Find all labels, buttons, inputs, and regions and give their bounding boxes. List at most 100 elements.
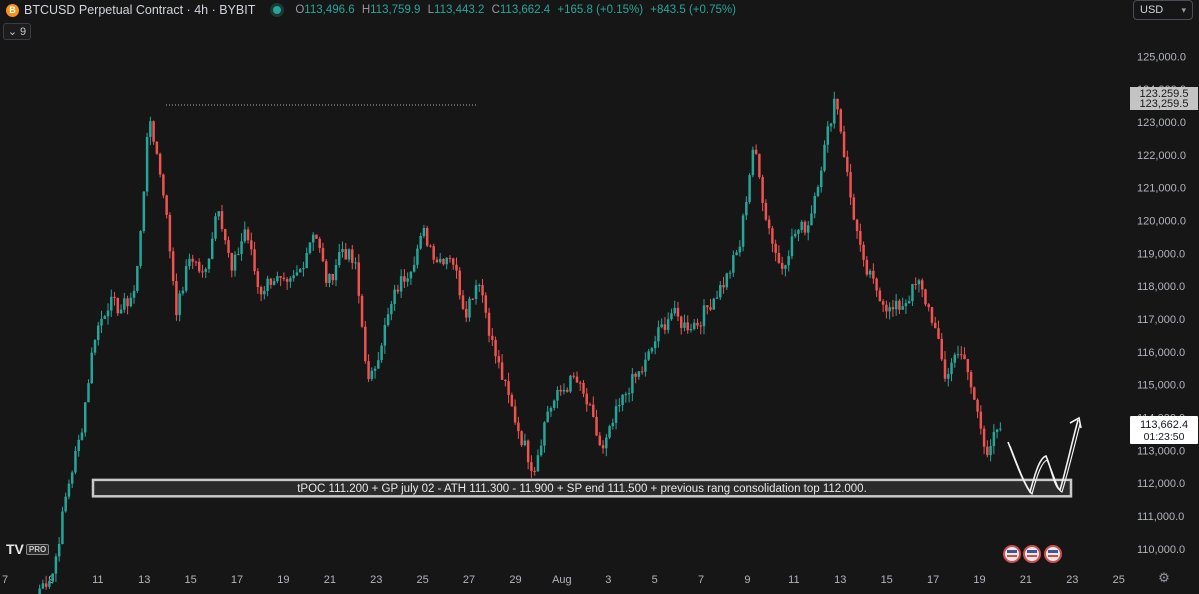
candle-body: [233, 254, 237, 271]
candle-body: [588, 404, 592, 406]
candle-body: [386, 314, 390, 325]
candle-body: [582, 382, 585, 394]
candle-body: [214, 216, 217, 239]
candle-body: [839, 109, 843, 132]
candle-body: [937, 328, 940, 339]
candle-body: [448, 257, 452, 259]
candle-body: [585, 393, 589, 405]
candle-body: [627, 393, 631, 395]
candle-body: [679, 316, 683, 328]
candle-body: [331, 273, 334, 281]
candle-body: [97, 325, 100, 340]
candle-body: [276, 276, 279, 282]
candle-body: [175, 281, 178, 316]
candle-body: [663, 324, 667, 330]
candle-body: [927, 304, 930, 308]
candle-body: [660, 324, 663, 328]
y-tick-label: 117,000.0: [1137, 314, 1185, 326]
candle-body: [995, 429, 999, 432]
candle-body: [657, 327, 660, 342]
candle-body: [621, 394, 624, 405]
candle-body: [237, 254, 240, 256]
candle-body: [497, 356, 501, 363]
candle-body: [549, 407, 553, 412]
candle-body: [422, 227, 426, 236]
candle-body: [168, 214, 172, 252]
candle-body: [504, 379, 507, 382]
pro-badge: PRO: [25, 543, 50, 555]
candle-body: [833, 98, 836, 124]
candle-body: [715, 297, 719, 299]
gear-icon[interactable]: ⚙: [1157, 571, 1171, 585]
candle-body: [334, 265, 338, 281]
candle-body: [188, 258, 191, 267]
candle-body: [110, 296, 113, 311]
candle-body: [813, 195, 816, 214]
candle-body: [429, 245, 432, 247]
candle-body: [230, 252, 234, 271]
candle-body: [302, 268, 305, 270]
candle-body: [956, 354, 960, 356]
candle-body: [461, 295, 465, 309]
candle-body: [601, 445, 605, 449]
us-flag-event-icon: [1027, 555, 1037, 557]
candle-body: [885, 304, 888, 312]
x-tick-label: 25: [417, 574, 429, 586]
candle-body: [44, 583, 48, 587]
candle-body: [875, 278, 878, 291]
candle-body: [471, 298, 475, 300]
candle-body: [725, 273, 729, 288]
candle-body: [943, 359, 947, 379]
candle-body: [745, 201, 748, 216]
y-tick-label: 115,000.0: [1137, 380, 1185, 392]
us-flag-event-icon: [1048, 555, 1058, 557]
candle-body: [523, 440, 527, 446]
candle-body: [412, 264, 416, 272]
x-tick-label: 29: [509, 574, 521, 586]
candle-body: [305, 253, 308, 269]
candle-body: [539, 445, 543, 456]
candle-body: [758, 153, 761, 178]
last-price-label: 113,662.4: [1140, 419, 1188, 431]
candle-body: [595, 416, 598, 436]
candle-body: [940, 338, 943, 360]
candle-body: [194, 261, 198, 263]
candle-body: [468, 298, 471, 318]
tradingview-logo: TV PRO: [6, 541, 50, 557]
candle-body: [614, 406, 618, 423]
candle-body: [624, 394, 628, 396]
price-chart[interactable]: 125,000.0124,000.0123,000.0122,000.0121,…: [0, 0, 1199, 594]
candle-body: [914, 283, 917, 285]
support-zone-annotation: tPOC 111.200 + GP july 02 - ATH 111.300 …: [297, 483, 867, 495]
candle-body: [517, 422, 520, 432]
candle-body: [191, 258, 194, 262]
candle-body: [487, 312, 491, 336]
candle-body: [676, 307, 680, 317]
candle-body: [491, 335, 494, 340]
candle-body: [784, 265, 787, 269]
candle-body: [507, 381, 510, 395]
candle-body: [706, 305, 709, 308]
candle-body: [116, 297, 120, 314]
candle-body: [246, 229, 250, 241]
candle-body: [823, 144, 826, 171]
candle-body: [631, 373, 634, 394]
candle-body: [272, 281, 276, 285]
candle-body: [881, 301, 885, 305]
y-tick-label: 125,000.0: [1137, 51, 1186, 63]
candle-body: [500, 362, 504, 380]
candle-body: [868, 270, 872, 275]
candle-body: [911, 283, 914, 302]
candle-body: [735, 252, 738, 256]
candle-body: [637, 371, 641, 377]
x-tick-label: 13: [834, 574, 846, 586]
candle-body: [377, 360, 380, 369]
candle-body: [210, 238, 214, 259]
candle-body: [243, 229, 247, 242]
candle-body: [859, 231, 862, 245]
candle-body: [852, 197, 856, 220]
candle-body: [197, 261, 201, 272]
candle-body: [790, 236, 794, 257]
candle-body: [351, 249, 354, 263]
ath-price-label: 123,259.5: [1140, 98, 1189, 110]
